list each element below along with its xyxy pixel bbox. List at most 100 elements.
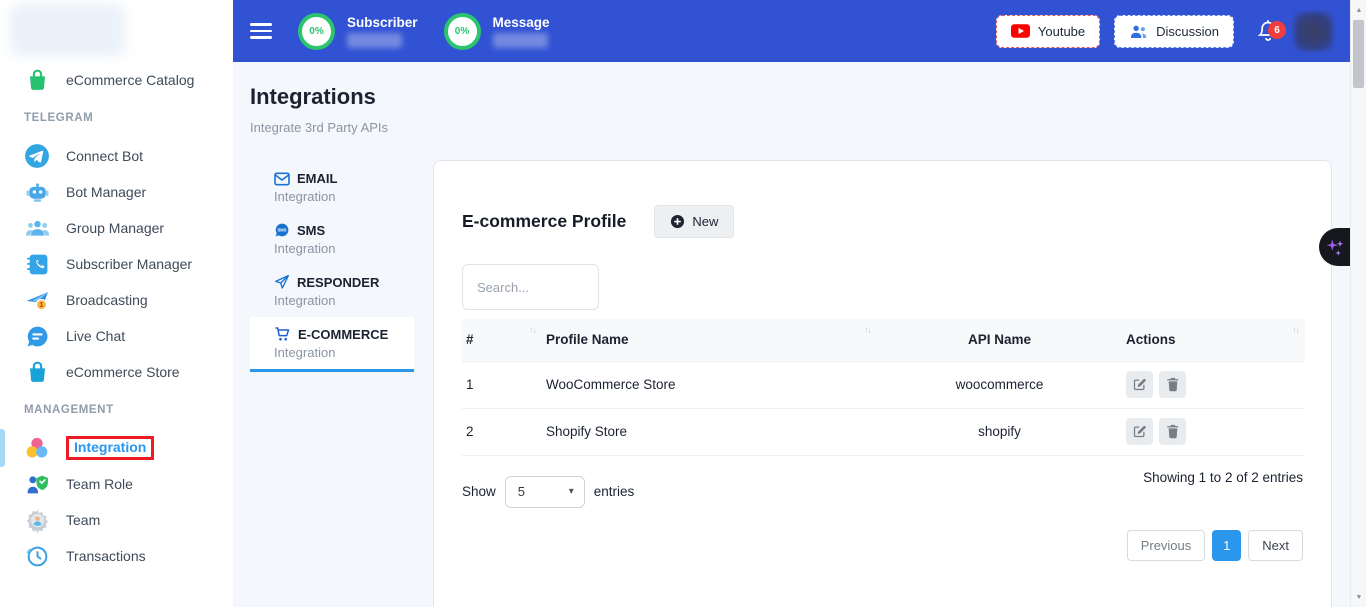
column-header-actions[interactable]: Actions↑↓ <box>1122 319 1305 361</box>
column-header-num[interactable]: #↑↓ <box>462 319 542 361</box>
sms-bubble-icon: SMS <box>274 222 290 238</box>
clock-history-icon <box>24 543 50 569</box>
telegram-icon <box>24 143 50 169</box>
message-stat-value-blurred <box>493 33 548 48</box>
sidebar-item-transactions[interactable]: Transactions <box>0 538 233 574</box>
pagination: Previous 1 Next <box>462 530 1303 561</box>
sidebar-item-group-manager[interactable]: Group Manager <box>0 210 233 246</box>
tab-title: EMAIL <box>297 171 337 186</box>
tab-email-integration[interactable]: EMAIL Integration <box>250 162 414 213</box>
previous-page-button[interactable]: Previous <box>1127 530 1206 561</box>
next-page-button[interactable]: Next <box>1248 530 1303 561</box>
column-header-api-name[interactable]: API Name <box>877 319 1122 361</box>
sidebar-item-integration[interactable]: Integration <box>0 430 233 466</box>
column-header-profile-name[interactable]: Profile Name↑↓ <box>542 319 877 361</box>
ecommerce-profile-card: E-commerce Profile New #↑↓ Profile Name↑… <box>433 160 1332 607</box>
subscriber-progress-ring: 0% <box>298 13 335 50</box>
sidebar-item-label: Group Manager <box>66 220 164 236</box>
page-size-select[interactable]: 5 ▾ <box>505 476 585 508</box>
main-content: Integrations Integrate 3rd Party APIs EM… <box>233 62 1350 607</box>
integration-subnav: EMAIL Integration SMS SMS Integration <box>250 162 414 372</box>
contact-book-icon <box>24 251 50 277</box>
users-icon <box>1129 24 1148 39</box>
hamburger-menu-icon[interactable] <box>250 19 272 43</box>
ai-assistant-button[interactable] <box>1319 228 1350 266</box>
sidebar-item-bot-manager[interactable]: Bot Manager <box>0 174 233 210</box>
scroll-up-arrow[interactable]: ▲ <box>1351 2 1366 18</box>
broadcast-plane-icon: 1 <box>24 287 50 313</box>
profiles-table: #↑↓ Profile Name↑↓ API Name Actions↑↓ 1 … <box>462 319 1305 456</box>
sidebar-item-live-chat[interactable]: Live Chat <box>0 318 233 354</box>
discussion-button[interactable]: Discussion <box>1114 15 1234 48</box>
sidebar-item-label: Subscriber Manager <box>66 256 192 272</box>
table-row: 1 WooCommerce Store woocommerce <box>462 361 1305 408</box>
scroll-down-arrow[interactable]: ▼ <box>1351 589 1366 605</box>
new-profile-button[interactable]: New <box>654 205 734 238</box>
notification-count-badge: 6 <box>1268 21 1286 39</box>
subscriber-stat-value-blurred <box>347 33 402 48</box>
broadcast-badge-count: 1 <box>39 300 43 309</box>
search-input[interactable] <box>462 264 599 310</box>
sidebar-item-label: Broadcasting <box>66 292 148 308</box>
top-header: 0% Subscriber 0% Message Youtube <box>233 0 1350 62</box>
chat-bubble-icon <box>24 323 50 349</box>
youtube-button[interactable]: Youtube <box>996 15 1100 48</box>
row-num: 1 <box>462 361 542 408</box>
trash-icon <box>1166 377 1180 392</box>
entries-summary: Showing 1 to 2 of 2 entries <box>1143 470 1303 508</box>
paper-plane-icon <box>274 274 290 290</box>
app-logo <box>10 4 125 56</box>
youtube-icon <box>1011 24 1030 38</box>
edit-button[interactable] <box>1126 371 1153 398</box>
page-scrollbar: ▲ ▼ <box>1350 0 1366 607</box>
row-api-name: shopify <box>877 408 1122 455</box>
trash-icon <box>1166 424 1180 439</box>
sidebar-section-telegram: TELEGRAM <box>0 98 233 138</box>
sidebar-item-label: Live Chat <box>66 328 125 344</box>
tab-sms-integration[interactable]: SMS SMS Integration <box>250 213 414 265</box>
sidebar-item-ecommerce-store[interactable]: eCommerce Store <box>0 354 233 390</box>
panel-title: E-commerce Profile <box>462 211 626 232</box>
store-bag-icon <box>24 359 50 385</box>
notifications-bell[interactable]: 6 <box>1256 18 1280 44</box>
tab-title: RESPONDER <box>297 275 379 290</box>
edit-icon <box>1132 424 1147 439</box>
delete-button[interactable] <box>1159 371 1186 398</box>
sidebar-item-subscriber-manager[interactable]: Subscriber Manager <box>0 246 233 282</box>
tab-title: E-COMMERCE <box>298 327 388 342</box>
page-title: Integrations <box>250 84 376 110</box>
sidebar-item-ecommerce-catalog[interactable]: eCommerce Catalog <box>0 62 233 98</box>
sort-icon: ↑↓ <box>529 325 536 335</box>
show-label: Show <box>462 484 496 499</box>
sidebar-item-connect-bot[interactable]: Connect Bot <box>0 138 233 174</box>
sidebar-item-label: eCommerce Store <box>66 364 180 380</box>
edit-button[interactable] <box>1126 418 1153 445</box>
sidebar-item-label: eCommerce Catalog <box>66 72 194 88</box>
page-size-control: Show 5 ▾ entries <box>462 476 634 508</box>
sidebar-item-team[interactable]: Team <box>0 502 233 538</box>
subscriber-stat-label: Subscriber <box>347 15 418 30</box>
new-button-label: New <box>692 214 718 229</box>
sidebar-item-label: Integration <box>74 439 146 455</box>
sidebar-item-label: Team Role <box>66 476 133 492</box>
row-profile-name: WooCommerce Store <box>542 361 877 408</box>
tab-responder-integration[interactable]: RESPONDER Integration <box>250 265 414 317</box>
page-subtitle: Integrate 3rd Party APIs <box>250 120 388 135</box>
sort-icon: ↑↓ <box>1292 325 1299 335</box>
youtube-button-label: Youtube <box>1038 24 1085 39</box>
scrollbar-thumb[interactable] <box>1353 20 1364 88</box>
sidebar-item-broadcasting[interactable]: 1 Broadcasting <box>0 282 233 318</box>
color-circles-icon <box>24 435 50 461</box>
sidebar-item-label: Transactions <box>66 548 146 564</box>
sidebar-item-team-role[interactable]: Team Role <box>0 466 233 502</box>
message-stat-label: Message <box>493 15 550 30</box>
delete-button[interactable] <box>1159 418 1186 445</box>
user-avatar[interactable] <box>1294 12 1333 51</box>
app-root: eCommerce Catalog TELEGRAM Connect Bot B… <box>0 0 1366 607</box>
subscriber-stat: 0% Subscriber <box>298 13 418 50</box>
plus-circle-icon <box>670 214 685 229</box>
tab-ecommerce-integration[interactable]: E-COMMERCE Integration <box>250 317 414 372</box>
tab-subtitle: Integration <box>274 293 414 308</box>
current-page-button[interactable]: 1 <box>1212 530 1241 561</box>
row-api-name: woocommerce <box>877 361 1122 408</box>
